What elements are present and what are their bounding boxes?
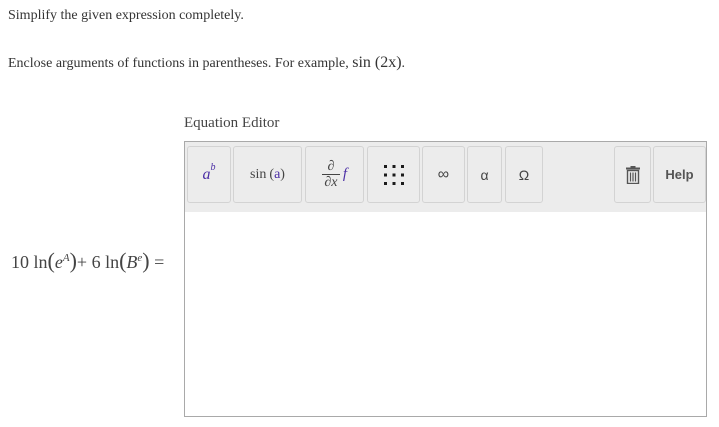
format-hint-example: sin (2x) (352, 54, 402, 71)
trash-icon (625, 165, 640, 184)
editor-toolbar: ab sin(a) ∂ ∂x f ∞ α Ω Help (185, 142, 706, 212)
matrix-icon (383, 164, 404, 185)
instruction-text: Simplify the given expression completely… (8, 8, 244, 23)
matrix-button[interactable] (367, 146, 420, 203)
function-ln-2: ln (105, 252, 120, 272)
format-hint-text: Enclose arguments of functions in parent… (8, 56, 353, 71)
equals-sign: = (154, 252, 165, 272)
clear-button[interactable] (614, 146, 651, 203)
base-1: e (54, 252, 63, 272)
infinity-icon: ∞ (437, 165, 450, 183)
plus-operator: + (76, 252, 88, 272)
derivative-function: f (342, 166, 348, 182)
coefficient-2: 6 (91, 252, 101, 272)
function-name: sin (250, 166, 267, 182)
partial-numerator: ∂ (327, 159, 335, 174)
function-button[interactable]: sin(a) (233, 146, 302, 203)
function-ln-1: ln (33, 252, 48, 272)
coefficient-1: 10 (11, 252, 29, 272)
omega-icon: Ω (518, 166, 530, 183)
format-hint: Enclose arguments of functions in parent… (8, 54, 405, 72)
superscript-button[interactable]: ab (187, 146, 231, 203)
base-2: B (126, 252, 138, 272)
help-label: Help (665, 167, 694, 182)
equation-input[interactable] (185, 212, 706, 416)
derivative-button[interactable]: ∂ ∂x f (305, 146, 364, 203)
greek-uppercase-button[interactable]: Ω (505, 146, 543, 203)
superscript-base: a (202, 165, 211, 183)
partial-denominator: ∂x (324, 175, 338, 190)
equation-editor-label: Equation Editor (184, 115, 280, 131)
format-hint-suffix: . (401, 56, 406, 71)
equation-editor: ab sin(a) ∂ ∂x f ∞ α Ω Help (184, 141, 707, 417)
exponent-1: A (62, 252, 70, 264)
partial-fraction: ∂ ∂x (321, 159, 340, 190)
alpha-icon: α (480, 166, 489, 183)
infinity-button[interactable]: ∞ (422, 146, 465, 203)
math-expression: 10 ln(eA)+ 6 ln(Be) = (11, 248, 165, 273)
superscript-exp: b (210, 162, 216, 173)
greek-lowercase-button[interactable]: α (467, 146, 502, 203)
help-button[interactable]: Help (653, 146, 706, 203)
